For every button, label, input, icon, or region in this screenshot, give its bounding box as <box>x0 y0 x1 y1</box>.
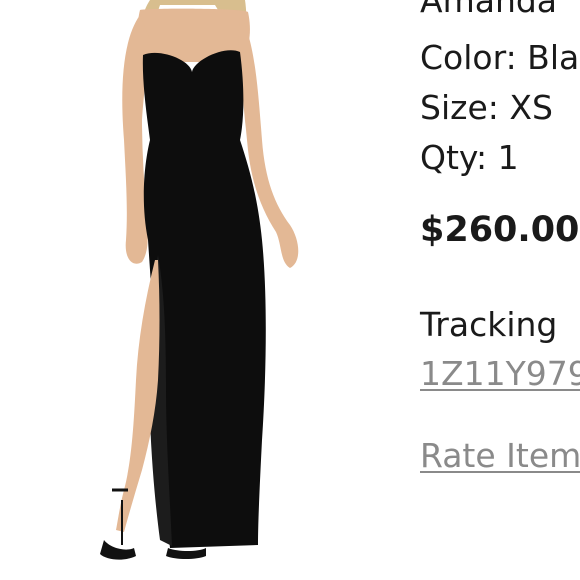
tracking-label: Tracking <box>420 305 558 344</box>
rate-item-link[interactable]: Rate Item <box>420 436 580 476</box>
product-quantity: Qty: 1 <box>420 138 519 177</box>
product-price: $260.00 <box>420 210 580 250</box>
tracking-number-link[interactable]: 1Z11Y979C <box>420 354 580 394</box>
order-item-card: Amanda Color: Bla Size: XS Qty: 1 $260.0… <box>0 0 580 580</box>
product-name[interactable]: Amanda <box>420 0 557 21</box>
product-size: Size: XS <box>420 88 553 127</box>
product-image[interactable] <box>0 0 400 580</box>
product-color: Color: Bla <box>420 38 580 77</box>
